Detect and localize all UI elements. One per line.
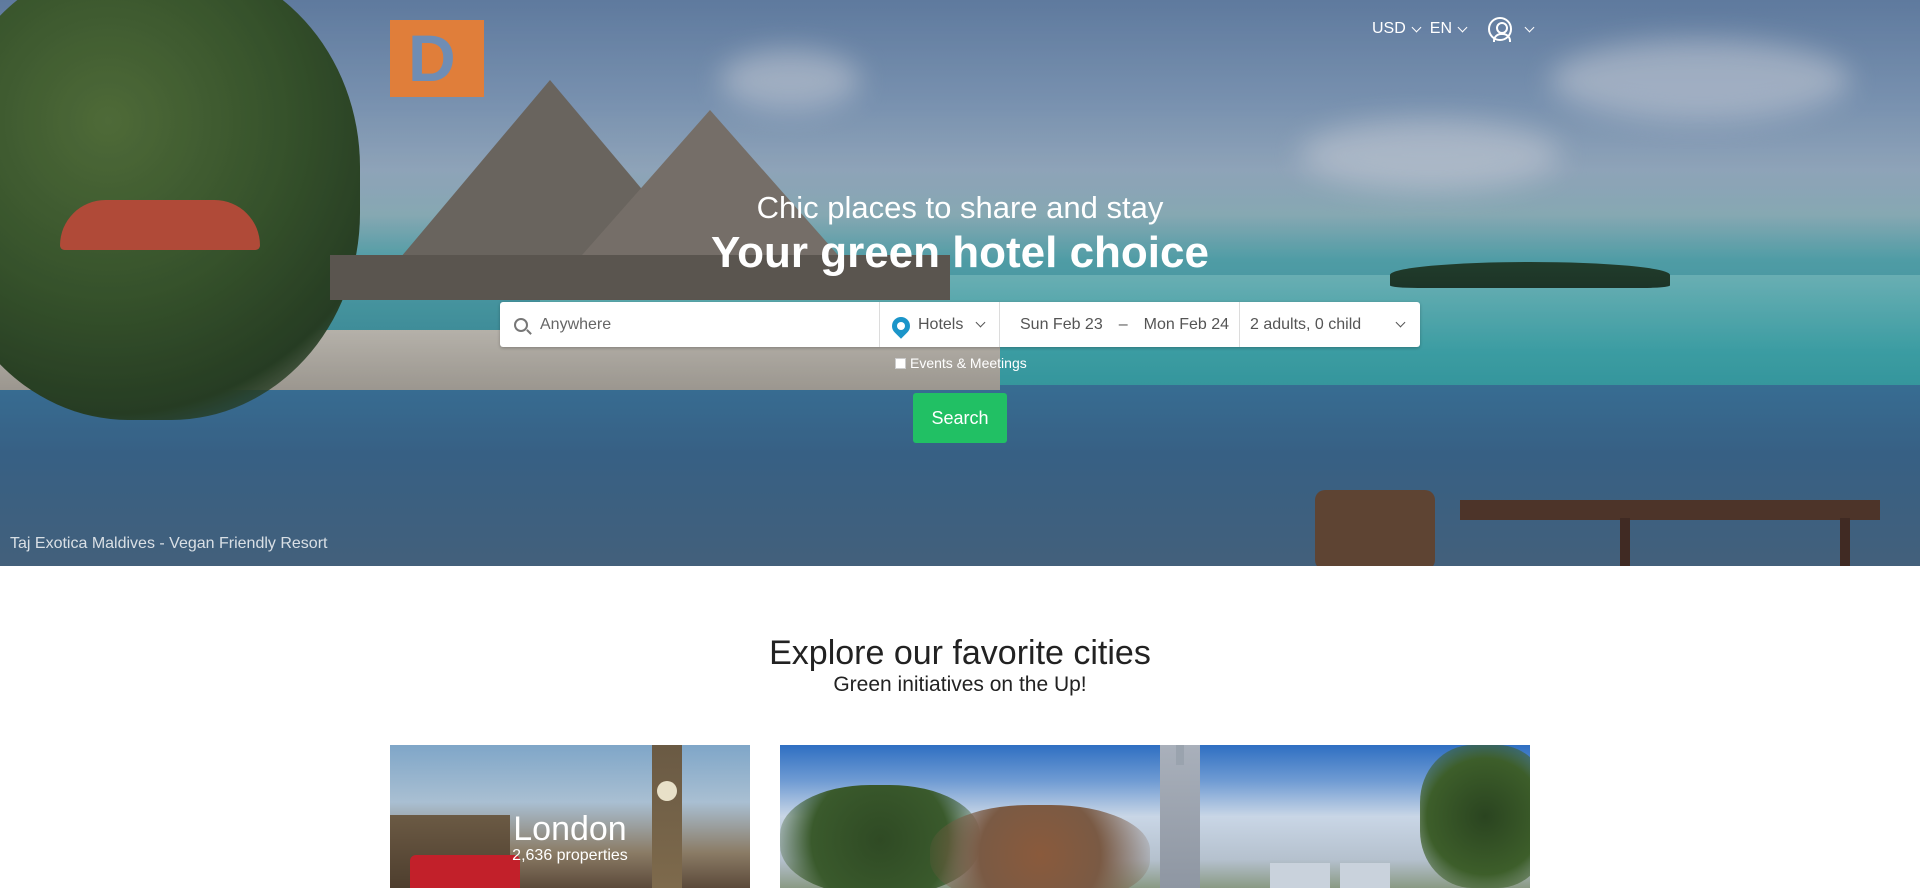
- events-meetings-option[interactable]: Events & Meetings: [895, 355, 1027, 371]
- hero-headline: Your green hotel choice: [711, 228, 1209, 277]
- destination-input[interactable]: [540, 315, 840, 334]
- chevron-down-icon: [975, 317, 986, 328]
- hero-photo-caption: Taj Exotica Maldives - Vegan Friendly Re…: [10, 535, 328, 552]
- chevron-down-icon: [1457, 22, 1468, 32]
- search-icon: [514, 317, 528, 332]
- top-navigation: USD EN: [1372, 16, 1535, 42]
- logo-letter: D: [408, 21, 456, 95]
- destination-field[interactable]: [500, 302, 880, 347]
- section-subtitle: Green initiatives on the Up!: [833, 673, 1087, 696]
- checkin-date[interactable]: Sun Feb 23: [1020, 316, 1103, 334]
- city-photo-tower: [1160, 745, 1200, 888]
- city-card-featured[interactable]: [780, 745, 1530, 888]
- hero-banner: D USD EN Chic places to share and stay Y…: [0, 0, 1920, 566]
- chevron-down-icon: [1524, 22, 1535, 32]
- account-menu[interactable]: [1476, 17, 1535, 42]
- location-pin-icon: [888, 312, 914, 339]
- property-type-dropdown[interactable]: Hotels: [880, 302, 1000, 347]
- events-checkbox[interactable]: [895, 357, 906, 369]
- currency-label: USD: [1372, 20, 1406, 37]
- language-dropdown[interactable]: EN: [1429, 20, 1468, 38]
- city-name: London: [513, 810, 627, 848]
- clock-face: [657, 781, 677, 801]
- guests-label: 2 adults, 0 child: [1250, 315, 1362, 333]
- city-property-count: 2,636 properties: [512, 847, 628, 864]
- search-bar: Hotels Sun Feb 23 – Mon Feb 24 2 adults,…: [500, 302, 1420, 347]
- date-separator: –: [1118, 315, 1128, 333]
- guests-dropdown[interactable]: 2 adults, 0 child: [1240, 302, 1420, 347]
- language-label: EN: [1429, 20, 1453, 37]
- city-photo-trees: [930, 805, 1150, 888]
- site-logo[interactable]: D: [390, 20, 484, 97]
- city-photo-trees: [1420, 745, 1530, 888]
- city-photo-building: [1340, 863, 1390, 888]
- checkout-date[interactable]: Mon Feb 24: [1144, 316, 1229, 334]
- user-icon: [1488, 17, 1513, 42]
- events-label: Events & Meetings: [910, 355, 1027, 371]
- property-type-label: Hotels: [918, 315, 964, 333]
- date-range-field[interactable]: Sun Feb 23 – Mon Feb 24: [1000, 302, 1240, 347]
- chevron-down-icon: [1395, 317, 1406, 328]
- search-button[interactable]: Search: [913, 393, 1007, 443]
- city-card-london[interactable]: London 2,636 properties: [390, 745, 750, 888]
- section-title: Explore our favorite cities: [769, 634, 1151, 672]
- currency-dropdown[interactable]: USD: [1372, 20, 1422, 38]
- chevron-down-icon: [1411, 22, 1422, 32]
- hero-overlay: [0, 0, 1920, 566]
- hero-subtitle: Chic places to share and stay: [756, 190, 1164, 225]
- city-photo-building: [1270, 863, 1330, 888]
